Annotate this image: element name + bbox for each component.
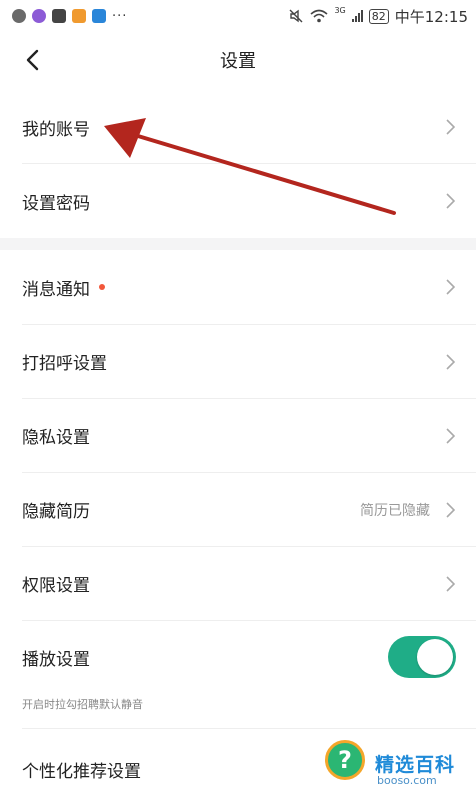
mute-icon xyxy=(289,9,303,23)
toggle-knob xyxy=(417,639,453,675)
playback-hint: 开启时拉勾招聘默认静音 xyxy=(22,698,143,711)
shield-app-icon xyxy=(92,9,106,23)
unread-badge xyxy=(99,284,105,290)
mail-app-icon xyxy=(52,9,66,23)
section-gap xyxy=(0,238,476,250)
settings-item-notifications[interactable]: 消息通知 xyxy=(0,250,476,324)
chevron-right-icon xyxy=(444,192,456,210)
back-button[interactable] xyxy=(14,42,50,78)
settings-item-account[interactable]: 我的账号 xyxy=(0,90,476,164)
playback-mute-toggle[interactable] xyxy=(388,636,456,678)
wifi-icon xyxy=(310,9,328,23)
battery-level: 82 xyxy=(368,8,389,24)
status-time: 中午12:15 xyxy=(394,7,468,26)
settings-item-greeting[interactable]: 打招呼设置 xyxy=(0,325,476,398)
chevron-right-icon xyxy=(444,427,456,445)
settings-item-label: 权限设置 xyxy=(22,576,90,596)
settings-item-permissions[interactable]: 权限设置 xyxy=(0,547,476,620)
status-notifications: ··· xyxy=(12,9,127,24)
settings-item-privacy[interactable]: 隐私设置 xyxy=(0,399,476,472)
hide-resume-status: 简历已隐藏 xyxy=(360,502,430,519)
page-title: 设置 xyxy=(220,51,256,72)
divider xyxy=(22,728,476,729)
chevron-right-icon xyxy=(444,501,456,519)
settings-item-password[interactable]: 设置密码 xyxy=(0,164,476,238)
watermark: ? 精选百科 booso.com xyxy=(315,730,476,792)
chevron-right-icon xyxy=(444,353,456,371)
network-type: 3G xyxy=(334,5,346,15)
chevron-right-icon xyxy=(444,118,456,136)
status-bar: ··· 3G 82 中午12:15 xyxy=(0,0,476,32)
watermark-title: 精选百科 xyxy=(375,754,456,776)
settings-item-label: 消息通知 xyxy=(22,279,90,300)
app-header: 设置 xyxy=(0,32,476,88)
watermark-logo-icon: ? xyxy=(325,740,365,780)
chevron-right-icon xyxy=(444,278,456,296)
chevron-right-icon xyxy=(444,575,456,593)
watermark-url: booso.com xyxy=(377,774,437,787)
status-system: 3G 82 中午12:15 xyxy=(288,6,468,27)
settings-item-label-wrap: 消息通知 xyxy=(22,275,444,300)
chevron-left-icon xyxy=(26,49,39,71)
signal-icon xyxy=(351,10,363,22)
settings-item-playback: 播放设置 xyxy=(0,621,476,693)
settings-item-label: 打招呼设置 xyxy=(22,354,107,374)
settings-item-label: 播放设置 xyxy=(22,649,90,670)
settings-item-label: 我的账号 xyxy=(22,119,90,140)
settings-item-label: 隐藏简历 xyxy=(22,502,90,522)
purple-app-icon xyxy=(32,9,46,23)
settings-item-hide-resume[interactable]: 隐藏简历 简历已隐藏 xyxy=(0,473,476,546)
settings-item-label: 隐私设置 xyxy=(22,428,90,448)
more-notifications-icon: ··· xyxy=(112,8,128,24)
settings-item-label: 设置密码 xyxy=(22,193,90,214)
chat-app-icon xyxy=(12,9,26,23)
settings-screen: ··· 3G 82 中午12:15 设置 我的账号 设置密码 消息通知 打招呼设… xyxy=(0,0,476,792)
orange-app-icon xyxy=(72,9,86,23)
